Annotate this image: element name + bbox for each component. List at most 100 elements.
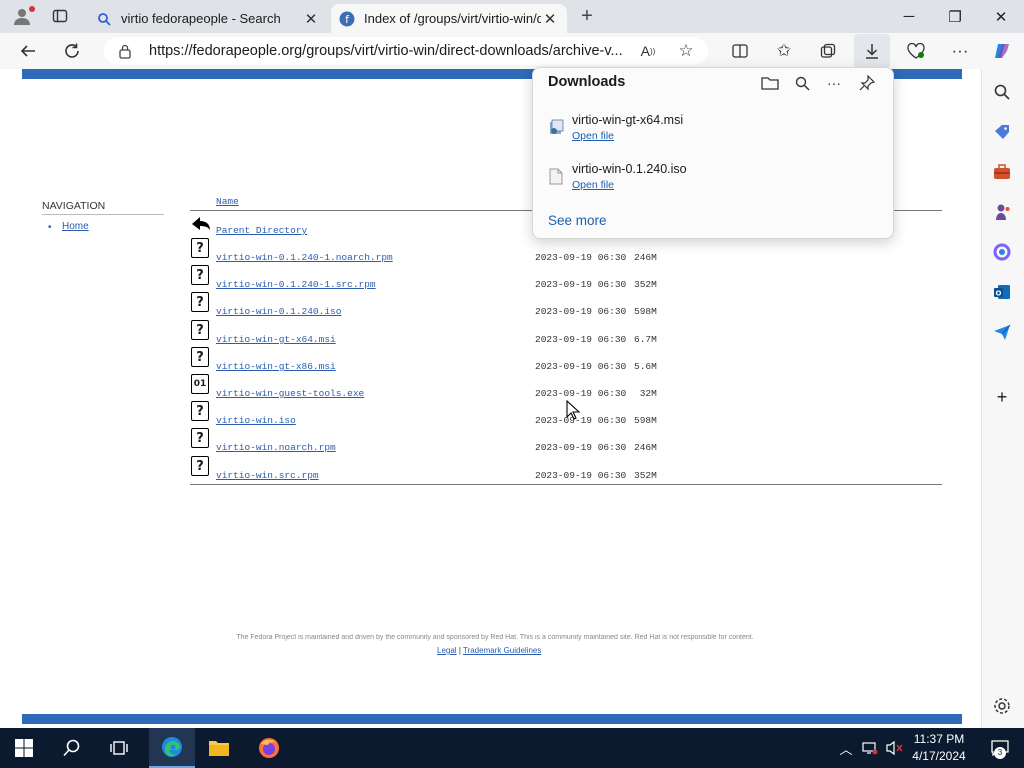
unknown-file-icon: ? (191, 238, 209, 258)
start-button[interactable] (4, 730, 44, 766)
binary-file-icon: 01 (191, 374, 209, 394)
games-icon[interactable] (990, 200, 1014, 224)
footer-text: The Fedora Project is maintained and dri… (236, 634, 754, 641)
refresh-button[interactable] (56, 36, 88, 66)
file-link[interactable]: virtio-win-gt-x64.msi (216, 334, 336, 345)
mouse-cursor (566, 399, 581, 423)
trademark-link[interactable]: Trademark Guidelines (463, 646, 541, 655)
add-sidebar-app-icon[interactable]: + (990, 385, 1014, 409)
file-size: 6.7M (634, 334, 657, 345)
split-screen-icon[interactable] (724, 36, 756, 66)
task-view-icon[interactable] (99, 730, 139, 766)
unknown-file-icon: ? (191, 456, 209, 476)
open-file-link[interactable]: Open file (572, 130, 614, 142)
sidebar-settings-icon[interactable] (990, 694, 1014, 718)
msi-file-icon (547, 118, 565, 139)
file-explorer-icon[interactable] (199, 730, 239, 766)
nav-divider (42, 214, 164, 215)
file-size: 598M (634, 415, 657, 426)
nav-home-link[interactable]: Home (62, 221, 89, 232)
file-date: 2023-09-19 06:30 (535, 470, 627, 481)
svg-text:O: O (996, 290, 1002, 298)
sidebar-search-icon[interactable] (990, 80, 1014, 104)
profile-alert-dot (29, 6, 35, 12)
open-folder-icon[interactable] (759, 72, 781, 94)
restore-button[interactable]: ❐ (932, 0, 978, 33)
file-link[interactable]: virtio-win.noarch.rpm (216, 442, 336, 453)
taskbar-clock[interactable]: 11:37 PM 4/17/2024 (900, 731, 978, 765)
read-aloud-icon[interactable]: A)) (632, 36, 664, 66)
network-icon[interactable] (860, 730, 880, 766)
favorite-star-icon[interactable]: ☆ (670, 36, 702, 66)
file-date: 2023-09-19 06:30 (535, 306, 627, 317)
favorites-icon[interactable]: ✩ (768, 36, 800, 66)
footer-links: Legal | Trademark Guidelines (437, 646, 541, 655)
address-url[interactable]: https://fedorapeople.org/groups/virt/vir… (149, 43, 629, 59)
open-file-link[interactable]: Open file (572, 179, 614, 191)
back-icon (190, 214, 212, 237)
name-column-header[interactable]: Name (216, 196, 239, 207)
more-options-icon[interactable]: ··· (823, 72, 845, 94)
iso-file-icon (549, 168, 563, 188)
edge-taskbar-icon[interactable] (149, 728, 195, 768)
footer-separator: | (458, 646, 461, 655)
file-date: 2023-09-19 06:30 (535, 388, 627, 399)
clock-date: 4/17/2024 (912, 749, 966, 763)
file-link[interactable]: virtio-win-guest-tools.exe (216, 388, 364, 399)
close-window-button[interactable]: ✕ (978, 0, 1024, 33)
file-link[interactable]: virtio-win-0.1.240-1.src.rpm (216, 279, 376, 290)
unknown-file-icon: ? (191, 320, 209, 340)
microsoft-365-icon[interactable] (990, 240, 1014, 264)
file-date: 2023-09-19 06:30 (535, 442, 627, 453)
collections-icon[interactable] (812, 36, 844, 66)
tab-actions-icon[interactable] (50, 6, 70, 26)
tab-title: virtio fedorapeople - Search (121, 11, 281, 26)
close-tab-icon[interactable]: ✕ (541, 10, 559, 28)
file-link[interactable]: virtio-win.src.rpm (216, 470, 319, 481)
file-link[interactable]: virtio-win-0.1.240.iso (216, 306, 341, 317)
shopping-icon[interactable] (990, 120, 1014, 144)
minimize-button[interactable]: ─ (886, 0, 932, 33)
close-tab-icon[interactable]: ✕ (302, 10, 320, 28)
file-size: 246M (634, 442, 657, 453)
parent-directory-link[interactable]: Parent Directory (216, 225, 307, 236)
file-size: 598M (634, 306, 657, 317)
tools-icon[interactable] (990, 160, 1014, 184)
see-more-link[interactable]: See more (548, 213, 607, 228)
file-date: 2023-09-19 06:30 (535, 361, 627, 372)
search-downloads-icon[interactable] (791, 72, 813, 94)
legal-link[interactable]: Legal (437, 646, 457, 655)
file-link[interactable]: virtio-win.iso (216, 415, 296, 426)
taskbar-search-icon[interactable] (52, 730, 92, 766)
fedora-icon: f (339, 11, 355, 27)
firefox-icon[interactable] (249, 730, 289, 766)
unknown-file-icon: ? (191, 265, 209, 285)
file-link[interactable]: virtio-win-gt-x86.msi (216, 361, 336, 372)
file-link[interactable]: virtio-win-0.1.240-1.noarch.rpm (216, 252, 393, 263)
tab-search[interactable]: virtio fedorapeople - Search ✕ (88, 4, 328, 33)
unknown-file-icon: ? (191, 292, 209, 312)
lock-icon[interactable] (118, 43, 132, 62)
new-tab-button[interactable]: + (577, 5, 597, 27)
footer-bar (22, 714, 962, 724)
unknown-file-icon: ? (191, 347, 209, 367)
download-name[interactable]: virtio-win-gt-x64.msi (572, 113, 683, 127)
drop-icon[interactable] (990, 320, 1014, 344)
settings-more-icon[interactable]: ··· (944, 36, 976, 66)
file-date: 2023-09-19 06:30 (535, 279, 627, 290)
pin-icon[interactable] (856, 72, 878, 94)
notification-count-badge: 3 (994, 747, 1006, 759)
copilot-icon[interactable] (987, 36, 1019, 66)
download-name[interactable]: virtio-win-0.1.240.iso (572, 162, 687, 176)
outlook-icon[interactable]: O (990, 280, 1014, 304)
file-size: 32M (634, 388, 657, 399)
back-button[interactable] (12, 36, 44, 66)
tab-index[interactable]: f Index of /groups/virt/virtio-win/d ✕ (331, 4, 567, 33)
unknown-file-icon: ? (191, 401, 209, 421)
downloads-button[interactable] (854, 34, 890, 68)
show-hidden-icons[interactable]: ︿ (836, 730, 856, 766)
browser-essentials-icon[interactable] (900, 36, 932, 66)
file-date: 2023-09-19 06:30 (535, 252, 627, 263)
file-date: 2023-09-19 06:30 (535, 415, 627, 426)
file-size: 5.6M (634, 361, 657, 372)
